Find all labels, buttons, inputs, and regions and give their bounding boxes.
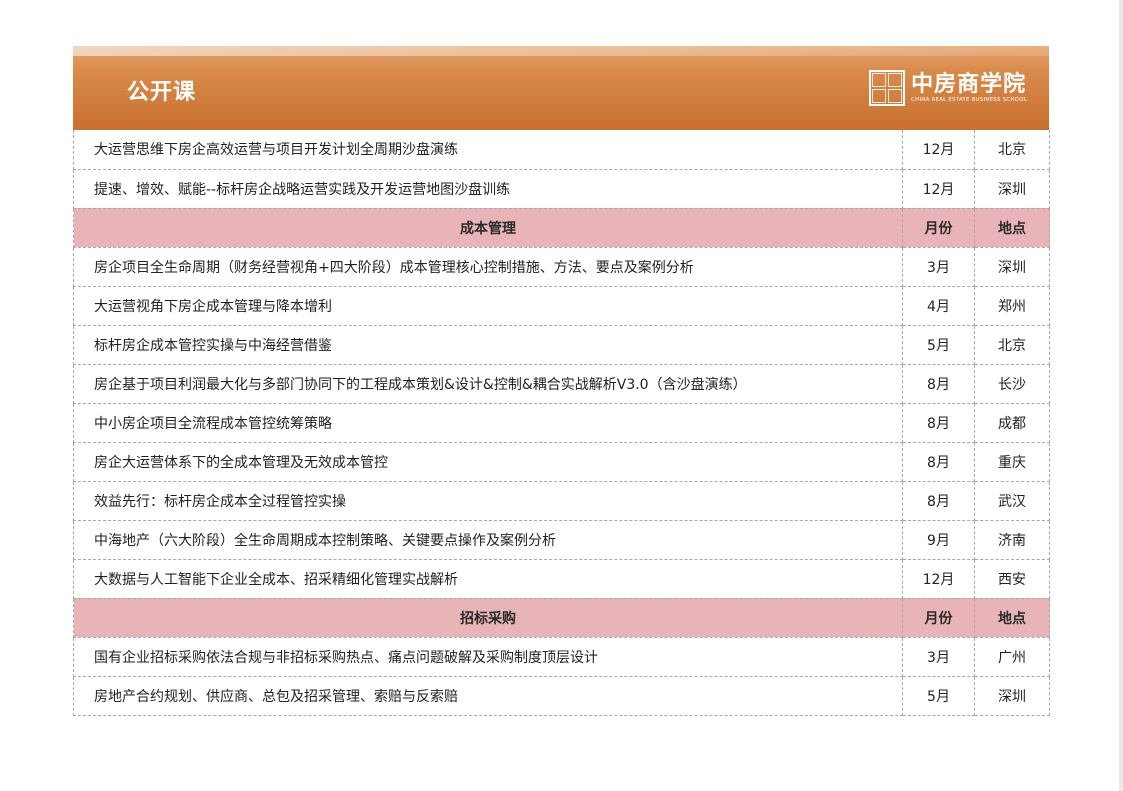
course-city: 郑州 <box>974 285 1050 326</box>
course-name: 大运营视角下房企成本管理与降本增利 <box>73 285 903 326</box>
course-city: 重庆 <box>974 441 1050 482</box>
course-month: 12月 <box>902 130 975 170</box>
course-city: 成都 <box>974 402 1050 443</box>
page-edge <box>1119 0 1123 791</box>
section-header-row: 成本管理 月份 地点 <box>73 207 1050 248</box>
course-name: 标杆房企成本管控实操与中海经营借鉴 <box>73 324 903 365</box>
course-name: 效益先行：标杆房企成本全过程管控实操 <box>73 480 903 521</box>
school-logo: 中房商学院 CHINA REAL ESTATE BUSINESS SCHOOL <box>869 66 1027 110</box>
table-row: 房企基于项目利润最大化与多部门协同下的工程成本策划&设计&控制&耦合实战解析V3… <box>73 363 1050 404</box>
table-row: 提速、增效、赋能--标杆房企战略运营实践及开发运营地图沙盘训练 12月 深圳 <box>73 168 1050 209</box>
course-city: 广州 <box>974 636 1050 677</box>
table-row: 房地产合约规划、供应商、总包及招采管理、索赔与反索赔 5月 深圳 <box>73 675 1050 716</box>
course-city: 深圳 <box>974 246 1050 287</box>
course-month: 3月 <box>902 246 975 287</box>
course-city: 武汉 <box>974 480 1050 521</box>
table-row: 房企大运营体系下的全成本管理及无效成本管控 8月 重庆 <box>73 441 1050 482</box>
course-name: 中海地产（六大阶段）全生命周期成本控制策略、关键要点操作及案例分析 <box>73 519 903 560</box>
table-row: 中小房企项目全流程成本管控统筹策略 8月 成都 <box>73 402 1050 443</box>
seal-icon <box>869 70 906 106</box>
course-month: 8月 <box>902 441 975 482</box>
course-name: 房企大运营体系下的全成本管理及无效成本管控 <box>73 441 903 482</box>
course-month: 4月 <box>902 285 975 326</box>
course-city: 西安 <box>974 558 1050 599</box>
location-column-header: 地点 <box>974 207 1050 248</box>
course-name: 房地产合约规划、供应商、总包及招采管理、索赔与反索赔 <box>73 675 903 716</box>
course-month: 12月 <box>902 558 975 599</box>
header-banner: 公开课 中房商学院 CHINA REAL ESTATE BUSINESS SCH… <box>73 46 1049 130</box>
course-city: 长沙 <box>974 363 1050 404</box>
page: 公开课 中房商学院 CHINA REAL ESTATE BUSINESS SCH… <box>0 0 1123 791</box>
course-name: 中小房企项目全流程成本管控统筹策略 <box>73 402 903 443</box>
logo-chinese-name: 中房商学院 <box>911 71 1027 97</box>
course-city: 深圳 <box>974 168 1050 209</box>
location-column-header: 地点 <box>974 597 1050 638</box>
table-row: 标杆房企成本管控实操与中海经营借鉴 5月 北京 <box>73 324 1050 365</box>
course-city: 济南 <box>974 519 1050 560</box>
course-month: 3月 <box>902 636 975 677</box>
course-month: 8月 <box>902 402 975 443</box>
course-name: 大运营思维下房企高效运营与项目开发计划全周期沙盘演练 <box>73 130 903 170</box>
table-row: 大运营视角下房企成本管理与降本增利 4月 郑州 <box>73 285 1050 326</box>
course-month: 5月 <box>902 324 975 365</box>
section-header-row: 招标采购 月份 地点 <box>73 597 1050 638</box>
table-row: 效益先行：标杆房企成本全过程管控实操 8月 武汉 <box>73 480 1050 521</box>
page-title: 公开课 <box>127 80 197 105</box>
course-month: 9月 <box>902 519 975 560</box>
table-row: 房企项目全生命周期（财务经营视角+四大阶段）成本管理核心控制措施、方法、要点及案… <box>73 246 1050 287</box>
course-name: 房企基于项目利润最大化与多部门协同下的工程成本策划&设计&控制&耦合实战解析V3… <box>73 363 903 404</box>
course-name: 提速、增效、赋能--标杆房企战略运营实践及开发运营地图沙盘训练 <box>73 168 903 209</box>
course-city: 北京 <box>974 324 1050 365</box>
section-title: 成本管理 <box>73 207 903 248</box>
table-row: 大运营思维下房企高效运营与项目开发计划全周期沙盘演练 12月 北京 <box>73 130 1050 170</box>
month-column-header: 月份 <box>902 597 975 638</box>
table-row: 大数据与人工智能下企业全成本、招采精细化管理实战解析 12月 西安 <box>73 558 1050 599</box>
logo-text: 中房商学院 CHINA REAL ESTATE BUSINESS SCHOOL <box>911 72 1027 104</box>
course-month: 12月 <box>902 168 975 209</box>
table-row: 国有企业招标采购依法合规与非招标采购热点、痛点问题破解及采购制度顶层设计 3月 广州 <box>73 636 1050 677</box>
course-city: 深圳 <box>974 675 1050 716</box>
course-month: 8月 <box>902 480 975 521</box>
course-table-body: 大运营思维下房企高效运营与项目开发计划全周期沙盘演练 12月 北京 提速、增效、赋能-… <box>73 130 1050 716</box>
course-city: 北京 <box>974 130 1050 170</box>
logo-english-name: CHINA REAL ESTATE BUSINESS SCHOOL <box>911 97 1027 103</box>
section-title: 招标采购 <box>73 597 903 638</box>
course-name: 大数据与人工智能下企业全成本、招采精细化管理实战解析 <box>73 558 903 599</box>
course-month: 5月 <box>902 675 975 716</box>
course-name: 国有企业招标采购依法合规与非招标采购热点、痛点问题破解及采购制度顶层设计 <box>73 636 903 677</box>
course-name: 房企项目全生命周期（财务经营视角+四大阶段）成本管理核心控制措施、方法、要点及案… <box>73 246 903 287</box>
course-table: 大运营思维下房企高效运营与项目开发计划全周期沙盘演练 12月 北京 提速、增效、赋能-… <box>73 130 1050 716</box>
course-month: 8月 <box>902 363 975 404</box>
table-row: 中海地产（六大阶段）全生命周期成本控制策略、关键要点操作及案例分析 9月 济南 <box>73 519 1050 560</box>
month-column-header: 月份 <box>902 207 975 248</box>
